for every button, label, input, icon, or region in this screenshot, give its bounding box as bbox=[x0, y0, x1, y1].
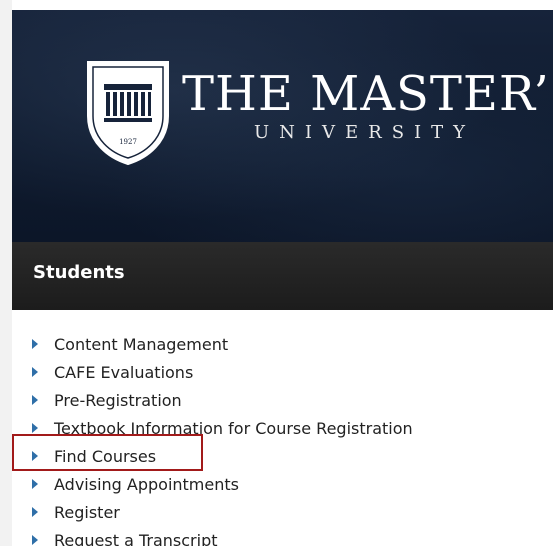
nav-link-pre-registration[interactable]: Pre-Registration bbox=[54, 391, 182, 410]
nav-link-advising-appointments[interactable]: Advising Appointments bbox=[54, 475, 239, 494]
section-header-bar: Students bbox=[12, 242, 553, 310]
nav-link-content-management[interactable]: Content Management bbox=[54, 335, 228, 354]
bullet-arrow-icon bbox=[32, 395, 38, 405]
nav-link-request-transcript[interactable]: Request a Transcript bbox=[54, 531, 218, 546]
left-margin-strip bbox=[0, 0, 12, 546]
nav-item-content-management[interactable]: Content Management bbox=[30, 330, 413, 358]
nav-link-register[interactable]: Register bbox=[54, 503, 120, 522]
nav-item-pre-registration[interactable]: Pre-Registration bbox=[30, 386, 413, 414]
nav-link-find-courses[interactable]: Find Courses bbox=[54, 447, 156, 466]
nav-item-cafe-evaluations[interactable]: CAFE Evaluations bbox=[30, 358, 413, 386]
bullet-arrow-icon bbox=[32, 339, 38, 349]
university-crest-icon: 1927 bbox=[87, 61, 169, 166]
students-nav-list: Content Management CAFE Evaluations Pre-… bbox=[30, 330, 413, 546]
header-banner: 1927 THE MASTER’S UNIVERSITY bbox=[12, 10, 553, 242]
nav-item-request-transcript[interactable]: Request a Transcript bbox=[30, 526, 413, 546]
bullet-arrow-icon bbox=[32, 423, 38, 433]
bullet-arrow-icon bbox=[32, 507, 38, 517]
nav-item-textbook-information[interactable]: Textbook Information for Course Registra… bbox=[30, 414, 413, 442]
page-frame: 1927 THE MASTER’S UNIVERSITY Students Co… bbox=[0, 0, 553, 546]
section-title: Students bbox=[33, 262, 125, 283]
nav-item-advising-appointments[interactable]: Advising Appointments bbox=[30, 470, 413, 498]
nav-item-register[interactable]: Register bbox=[30, 498, 413, 526]
brand-name: THE MASTER’S bbox=[182, 66, 553, 122]
bullet-arrow-icon bbox=[32, 479, 38, 489]
nav-item-find-courses[interactable]: Find Courses bbox=[30, 442, 413, 470]
bullet-arrow-icon bbox=[32, 451, 38, 461]
bullet-arrow-icon bbox=[32, 535, 38, 545]
bullet-arrow-icon bbox=[32, 367, 38, 377]
nav-link-textbook-information[interactable]: Textbook Information for Course Registra… bbox=[54, 419, 413, 438]
nav-link-cafe-evaluations[interactable]: CAFE Evaluations bbox=[54, 363, 193, 382]
brand-subtitle: UNIVERSITY bbox=[254, 122, 476, 143]
crest-year: 1927 bbox=[119, 138, 137, 146]
